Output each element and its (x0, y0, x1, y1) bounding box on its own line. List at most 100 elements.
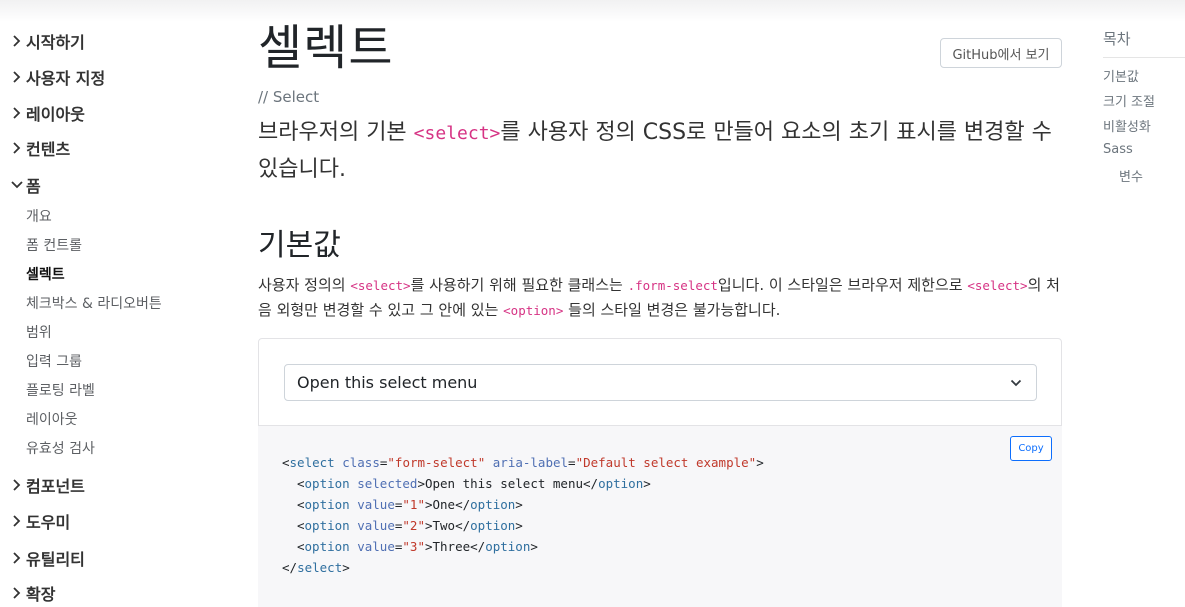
toc-item-variables[interactable]: 변수 (1119, 166, 1143, 185)
code-string: "form-select" (387, 455, 486, 470)
sidebar-nav: 시작하기 사용자 지정 레이아웃 컨텐츠 폼 개요 폼 컨트롤 셀렉트 체크박스… (0, 0, 240, 607)
table-of-contents: 목차 기본값 크기 조절 비활성화 Sass 변수 (1103, 0, 1185, 607)
chevron-right-icon (13, 587, 21, 599)
code-tag: option (485, 539, 531, 554)
inline-code: <select> (350, 278, 411, 293)
code-text-node: Two (432, 518, 456, 533)
code-line: </select> (282, 560, 350, 575)
sidebar-group-label: 사용자 지정 (26, 69, 106, 88)
code-tag: option (304, 476, 350, 491)
code-tag: option (304, 518, 350, 533)
code-string: "Default select example" (575, 455, 757, 470)
code-line: <option value="2">Two</option> (297, 518, 523, 533)
code-attr: value (357, 497, 395, 512)
sidebar-group-utilities[interactable]: 유틸리티 (10, 544, 85, 572)
code-attr: value (357, 539, 395, 554)
section-paragraph: 사용자 정의의 <select>를 사용하기 위해 필요한 클래스는 .form… (258, 273, 1062, 323)
sidebar-group-forms[interactable]: 폼 (10, 171, 41, 199)
copy-button[interactable]: Copy (1010, 436, 1052, 461)
toc-item-default[interactable]: 기본값 (1103, 66, 1139, 85)
sidebar-group-content[interactable]: 컨텐츠 (10, 134, 70, 162)
toc-title: 목차 (1103, 30, 1131, 48)
sidebar-group-label: 컴포넌트 (26, 477, 85, 496)
code-tag: option (304, 539, 350, 554)
paragraph-text: 들의 스타일 변경은 불가능합니다. (563, 301, 781, 319)
sidebar-group-label: 도우미 (26, 513, 71, 532)
select-value: Open this select menu (297, 373, 478, 392)
code-tag: option (304, 497, 350, 512)
code-string: "3" (402, 539, 425, 554)
code-attr: aria-label (492, 455, 569, 470)
sidebar-item-form-layout[interactable]: 레이아웃 (26, 408, 78, 430)
code-attr: class (342, 455, 380, 470)
paragraph-text: 입니다. 이 스타일은 브라우저 제한으로 (717, 276, 968, 294)
toc-item-sizing[interactable]: 크기 조절 (1103, 91, 1155, 110)
code-tag: select (289, 455, 335, 470)
sidebar-item-validation[interactable]: 유효성 검사 (26, 437, 95, 459)
code-text-node: Three (432, 539, 471, 554)
sidebar-group-customize[interactable]: 사용자 지정 (10, 63, 105, 91)
sidebar-group-getting-started[interactable]: 시작하기 (10, 27, 85, 55)
inline-code: .form-select (627, 278, 718, 293)
sidebar-group-label: 유틸리티 (26, 550, 85, 569)
sidebar-group-layout[interactable]: 레이아웃 (10, 99, 85, 127)
sidebar-item-range[interactable]: 범위 (26, 321, 52, 343)
code-line: <select class="form-select" aria-label="… (282, 455, 764, 470)
code-string: "1" (402, 497, 425, 512)
section-title-default: 기본값 (258, 228, 341, 263)
chevron-down-icon (1010, 379, 1022, 387)
sidebar-item-floating-labels[interactable]: 플로팅 라벨 (26, 379, 95, 401)
sidebar-group-components[interactable]: 컴포넌트 (10, 471, 85, 499)
code-text-node: One (432, 497, 456, 512)
view-on-github-button[interactable]: GitHub에서 보기 (940, 38, 1062, 68)
main-content: 셀렉트 GitHub에서 보기 // Select 브라우저의 기본 <sele… (258, 0, 1062, 607)
chevron-right-icon (13, 35, 21, 47)
code-tag: option (598, 476, 644, 491)
paragraph-text: 를 사용하기 위해 필요한 클래스는 (410, 276, 628, 294)
code-tag: select (297, 560, 343, 575)
example-select[interactable]: Open this select menu (284, 364, 1037, 401)
inline-code: <select> (413, 123, 501, 144)
sidebar-group-extend[interactable]: 확장 (10, 579, 55, 607)
sidebar-group-label: 시작하기 (26, 33, 85, 52)
sidebar-item-form-control[interactable]: 폼 컨트롤 (26, 234, 82, 256)
chevron-right-icon (13, 552, 21, 564)
chevron-right-icon (13, 479, 21, 491)
chevron-right-icon (13, 142, 21, 154)
sidebar-group-helpers[interactable]: 도우미 (10, 507, 70, 535)
code-text-node: Open this select menu (424, 476, 584, 491)
lead-paragraph: 브라우저의 기본 <select>를 사용자 정의 CSS로 만들어 요소의 초… (258, 115, 1058, 188)
chevron-down-icon (11, 181, 23, 189)
code-text: <select class="form-select" aria-label="… (282, 452, 764, 578)
sidebar-group-label: 폼 (26, 177, 41, 196)
toc-divider (1103, 57, 1185, 58)
toc-item-disabled[interactable]: 비활성화 (1103, 116, 1151, 135)
sidebar-group-label: 컨텐츠 (26, 140, 71, 159)
sidebar-item-overview[interactable]: 개요 (26, 205, 52, 227)
code-tag: option (470, 518, 516, 533)
chevron-right-icon (13, 515, 21, 527)
sidebar-item-input-group[interactable]: 입력 그룹 (26, 350, 82, 372)
lead-text: 브라우저의 기본 (258, 120, 414, 145)
source-comment: // Select (258, 88, 320, 106)
chevron-right-icon (13, 71, 21, 83)
code-line: <option value="1">One</option> (297, 497, 523, 512)
toc-item-sass[interactable]: Sass (1103, 142, 1133, 157)
code-string: "2" (402, 518, 425, 533)
sidebar-group-label: 확장 (26, 585, 56, 604)
code-line: <option selected>Open this select menu</… (297, 476, 651, 491)
code-tag: option (470, 497, 516, 512)
inline-code: <select> (967, 278, 1028, 293)
code-line: <option value="3">Three</option> (297, 539, 538, 554)
sidebar-item-checks-radios[interactable]: 체크박스 & 라디오버튼 (26, 292, 162, 314)
code-snippet: Copy <select class="form-select" aria-la… (258, 426, 1062, 607)
code-attr: value (357, 518, 395, 533)
page-title: 셀렉트 (258, 20, 394, 76)
example-preview: Open this select menu (258, 338, 1062, 426)
sidebar-item-select[interactable]: 셀렉트 (26, 263, 65, 285)
paragraph-text: 사용자 정의의 (258, 276, 351, 294)
sidebar-group-label: 레이아웃 (26, 105, 85, 124)
inline-code: <option> (503, 303, 564, 318)
code-attr: selected (357, 476, 418, 491)
chevron-right-icon (13, 107, 21, 119)
